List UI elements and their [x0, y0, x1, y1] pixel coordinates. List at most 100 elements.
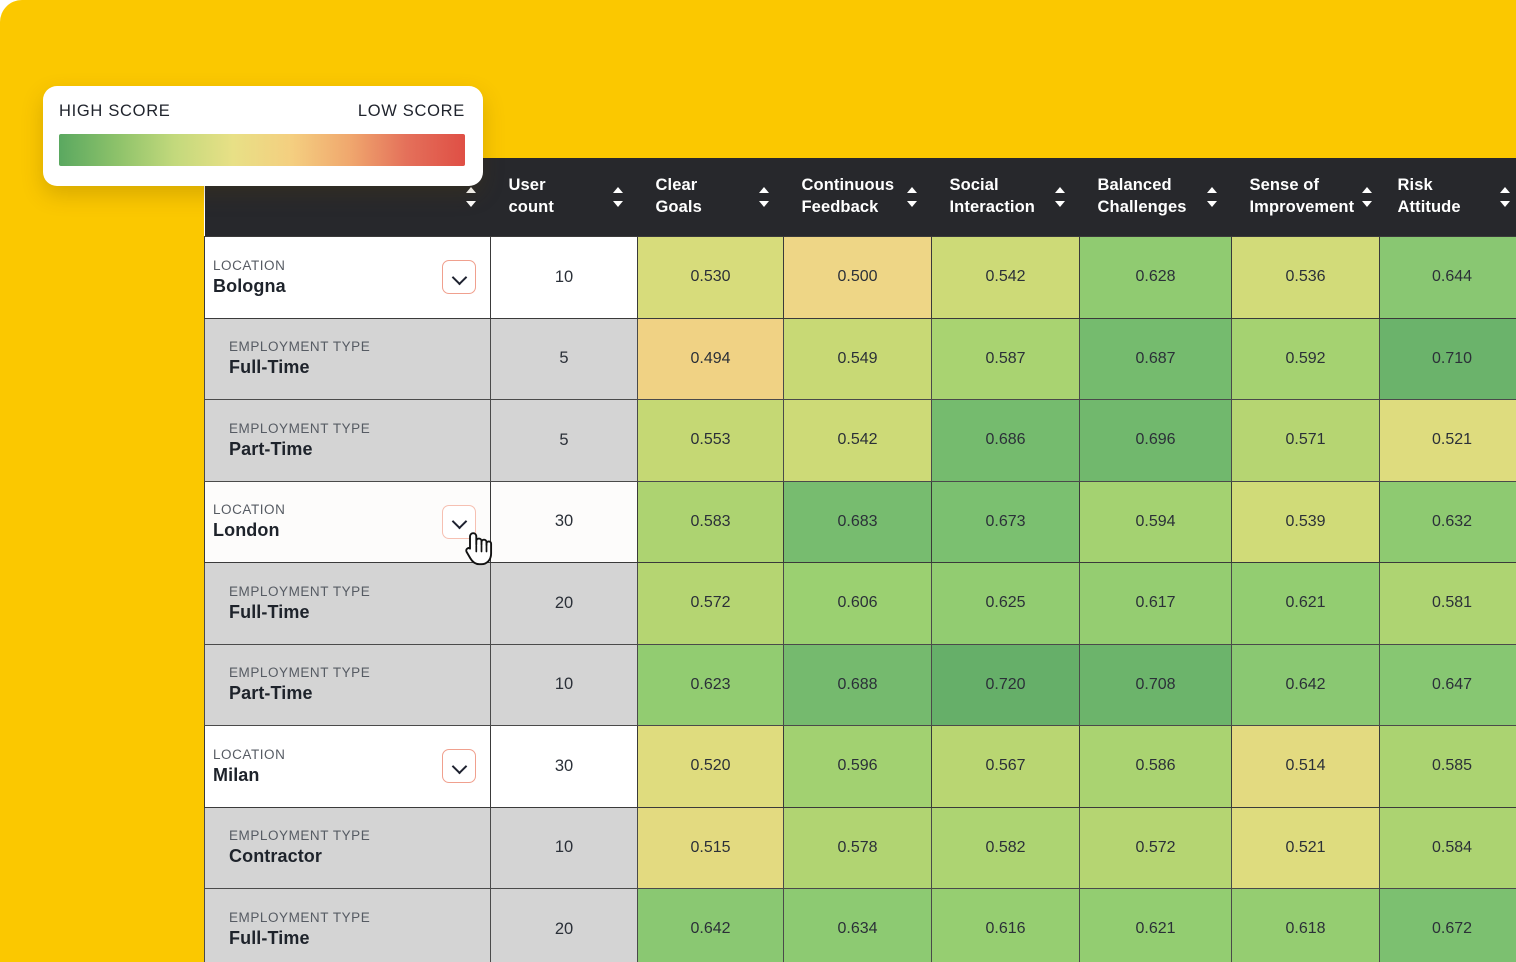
row-kicker: EMPLOYMENT TYPE — [229, 339, 371, 355]
sort-updown-icon[interactable] — [1054, 187, 1066, 207]
expand-location-button[interactable] — [442, 260, 476, 295]
employment-type-cell[interactable]: EMPLOYMENT TYPE Part-Time — [204, 643, 491, 726]
expand-location-button[interactable] — [442, 504, 476, 539]
user-count-cell: 20 — [490, 562, 638, 645]
legend-labels: HIGH SCORE LOW SCORE — [59, 102, 465, 121]
location-row[interactable]: LOCATION Bologna 10 0.530 0.500 0.542 0.628 0.5… — [204, 236, 1516, 319]
score-cell: 0.572 — [1079, 806, 1232, 889]
row-kicker: EMPLOYMENT TYPE — [229, 665, 371, 681]
column-header-continuous_feedback[interactable]: Continuous Feedback — [783, 158, 932, 237]
score-cell: 0.616 — [931, 888, 1080, 962]
column-header-sense_of_improvement[interactable]: Sense of Improvement — [1231, 158, 1380, 237]
score-cell: 0.688 — [783, 643, 932, 726]
user-count-cell: 20 — [490, 888, 638, 962]
employment-type-row[interactable]: EMPLOYMENT TYPE Full-Time 20 0.572 0.606 0.62… — [204, 562, 1516, 645]
location-row[interactable]: LOCATION Milan 30 0.520 0.596 0.567 0.586 0.514… — [204, 725, 1516, 808]
expand-location-button[interactable] — [442, 749, 476, 784]
score-cell: 0.514 — [1231, 725, 1380, 808]
employment-type-row[interactable]: EMPLOYMENT TYPE Part-Time 5 0.553 0.542 0.686… — [204, 399, 1516, 482]
score-cell: 0.587 — [931, 317, 1080, 400]
employment-type-row[interactable]: EMPLOYMENT TYPE Part-Time 10 0.623 0.688 0.72… — [204, 643, 1516, 726]
employment-type-cell[interactable]: EMPLOYMENT TYPE Part-Time — [204, 399, 491, 482]
score-cell: 0.500 — [783, 236, 932, 319]
employment-type-row[interactable]: EMPLOYMENT TYPE Full-Time 5 0.494 0.549 0.587… — [204, 317, 1516, 400]
employment-type-row[interactable]: EMPLOYMENT TYPE Full-Time 20 0.642 0.634 0.61… — [204, 888, 1516, 962]
scores-table: User count Clear Goals Continuous Feedback… — [204, 158, 1516, 962]
employment-type-cell[interactable]: EMPLOYMENT TYPE Full-Time — [204, 562, 491, 645]
score-cell: 0.594 — [1079, 480, 1232, 563]
score-cell: 0.623 — [637, 643, 784, 726]
score-cell: 0.621 — [1231, 562, 1380, 645]
score-cell: 0.672 — [1379, 888, 1516, 962]
chevron-down-icon — [453, 515, 466, 528]
score-cell: 0.606 — [783, 562, 932, 645]
column-header-label-user_count: User count — [508, 176, 554, 216]
score-cell: 0.644 — [1379, 236, 1516, 319]
legend-low-label: LOW SCORE — [357, 102, 465, 120]
location-cell[interactable]: LOCATION Bologna — [204, 236, 491, 319]
row-name: Bologna — [213, 275, 286, 296]
score-cell: 0.571 — [1231, 399, 1380, 482]
score-cell: 0.687 — [1079, 317, 1232, 400]
employment-type-cell[interactable]: EMPLOYMENT TYPE Full-Time — [204, 888, 491, 962]
score-cell: 0.581 — [1379, 562, 1516, 645]
sort-updown-icon[interactable] — [1362, 187, 1373, 207]
sort-updown-icon[interactable] — [906, 187, 918, 207]
sort-updown-icon[interactable] — [1499, 187, 1511, 207]
score-cell: 0.553 — [637, 399, 784, 482]
column-header-label-continuous_feedback: Continuous Feedback — [801, 176, 895, 216]
sort-updown-icon[interactable] — [758, 187, 770, 207]
score-cell: 0.549 — [783, 317, 932, 400]
score-cell: 0.686 — [931, 399, 1080, 482]
sort-updown-icon[interactable] — [612, 187, 624, 207]
score-cell: 0.520 — [637, 725, 784, 808]
user-count-cell: 5 — [490, 317, 638, 400]
row-kicker: LOCATION — [213, 257, 286, 273]
user-count-cell: 5 — [490, 399, 638, 482]
score-cell: 0.583 — [637, 480, 784, 563]
location-cell[interactable]: LOCATION Milan — [204, 725, 491, 808]
score-cell: 0.625 — [931, 562, 1080, 645]
row-kicker: EMPLOYMENT TYPE — [229, 828, 371, 844]
score-cell: 0.521 — [1379, 399, 1516, 482]
location-row[interactable]: LOCATION London 30 0.583 0.683 0.673 0.594 0.53… — [204, 480, 1516, 563]
score-cell: 0.536 — [1231, 236, 1380, 319]
score-cell: 0.628 — [1079, 236, 1232, 319]
table-body: LOCATION Bologna 10 0.530 0.500 0.542 0.628 0.5… — [204, 236, 1516, 962]
row-name: Part-Time — [229, 438, 313, 459]
sort-updown-icon[interactable] — [465, 187, 477, 207]
score-cell: 0.642 — [1231, 643, 1380, 726]
row-kicker: LOCATION — [213, 746, 286, 762]
column-header-label-balanced_challenges: Balanced Challenges — [1097, 176, 1187, 216]
score-cell: 0.708 — [1079, 643, 1232, 726]
column-header-balanced_challenges[interactable]: Balanced Challenges — [1079, 158, 1232, 237]
score-cell: 0.618 — [1231, 888, 1380, 962]
score-cell: 0.683 — [783, 480, 932, 563]
column-header-social_interaction[interactable]: Social Interaction — [931, 158, 1080, 237]
employment-type-cell[interactable]: EMPLOYMENT TYPE Contractor — [204, 806, 491, 889]
column-header-label-risk_attitude: Risk Attitude — [1397, 176, 1461, 216]
row-name: Full-Time — [229, 357, 310, 378]
user-count-cell: 10 — [490, 236, 638, 319]
row-name: Contractor — [229, 846, 323, 867]
sort-updown-icon[interactable] — [1206, 187, 1218, 207]
legend-high-label: HIGH SCORE — [59, 102, 171, 120]
employment-type-cell[interactable]: EMPLOYMENT TYPE Full-Time — [204, 317, 491, 400]
score-cell: 0.720 — [931, 643, 1080, 726]
column-header-user_count[interactable]: User count — [490, 158, 638, 237]
column-header-risk_attitude[interactable]: Risk Attitude — [1379, 158, 1516, 237]
column-header-clear_goals[interactable]: Clear Goals — [637, 158, 784, 237]
score-cell: 0.632 — [1379, 480, 1516, 563]
score-cell: 0.596 — [783, 725, 932, 808]
score-cell: 0.584 — [1379, 806, 1516, 889]
employment-type-row[interactable]: EMPLOYMENT TYPE Contractor 10 0.515 0.578 0.5… — [204, 806, 1516, 889]
user-count-cell: 10 — [490, 643, 638, 726]
location-cell[interactable]: LOCATION London — [204, 480, 491, 563]
column-header-label-clear_goals: Clear Goals — [655, 176, 702, 216]
score-cell: 0.521 — [1231, 806, 1380, 889]
score-cell: 0.567 — [931, 725, 1080, 808]
score-cell: 0.673 — [931, 480, 1080, 563]
score-cell: 0.530 — [637, 236, 784, 319]
row-name: Milan — [213, 764, 260, 785]
legend-gradient-bar — [59, 134, 465, 166]
